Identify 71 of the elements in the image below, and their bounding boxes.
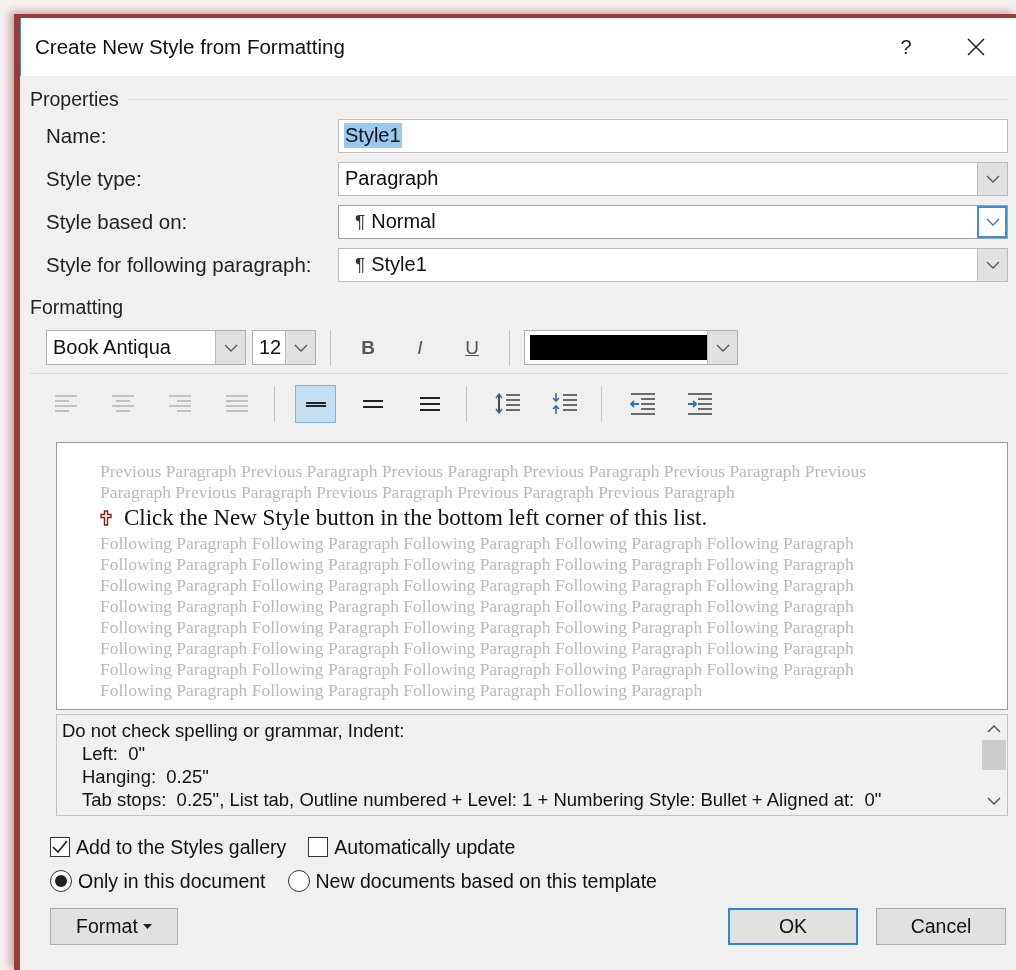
preview-text: Previous Paragraph Previous Paragraph Previous Paragraph Previous Paragraph Previous Paragraph Previous — [100, 461, 867, 482]
chevron-down-icon — [223, 343, 238, 352]
cross-bullet-icon — [100, 510, 112, 526]
preview-text: Following Paragraph Following Paragraph Following Paragraph Following Paragraph — [100, 680, 704, 701]
field-label: Style type: — [46, 166, 143, 191]
paragraph-spacing-icon — [493, 392, 522, 416]
cancel-button[interactable]: Cancel — [876, 908, 1006, 945]
decrease-indent-icon — [628, 392, 657, 416]
chevron-down-icon — [985, 260, 1000, 269]
chevron-down-icon — [985, 174, 1000, 183]
line-spacing-icon — [419, 397, 440, 411]
ok-button[interactable]: OK — [728, 908, 858, 945]
checkbox-label: Add to the Styles gallery — [76, 835, 287, 859]
preview-text: Following Paragraph Following Paragraph Following Paragraph Following Paragraph Following Paragraph — [100, 575, 855, 596]
paragraph-spacing-icon — [550, 392, 579, 416]
description-text: Left: 0" — [81, 742, 147, 765]
chevron-down-icon — [293, 343, 308, 352]
dropdown-value: Normal — [371, 210, 436, 233]
description-text: Hanging: 0.25" — [81, 765, 210, 788]
underline-button[interactable]: U — [449, 330, 495, 365]
name-field[interactable]: Style1 — [338, 118, 1008, 153]
preview-text: Following Paragraph Following Paragraph Following Paragraph Following Paragraph Following Paragraph — [100, 533, 855, 554]
preview-text: Following Paragraph Following Paragraph Following Paragraph Following Paragraph Following Paragraph — [100, 638, 855, 659]
line-spacing-icon — [305, 401, 326, 407]
preview-text: Following Paragraph Following Paragraph Following Paragraph Following Paragraph Following Paragraph — [100, 617, 855, 638]
dropdown-value: Paragraph — [345, 167, 439, 190]
close-icon — [966, 37, 986, 57]
style-dropdown[interactable]: ¶ Style1 — [338, 247, 1008, 282]
field-label: Name: — [46, 123, 108, 148]
radio-button[interactable] — [287, 870, 310, 892]
radio-label: Only in this document — [78, 869, 266, 893]
section-heading: Properties — [30, 87, 119, 111]
help-button[interactable]: ? — [876, 35, 936, 59]
format-button[interactable]: Format — [50, 908, 178, 945]
single-spacing-button[interactable] — [295, 385, 336, 423]
description-text: Do not check spelling or grammar, Indent: — [62, 719, 406, 742]
bold-button[interactable]: B — [345, 330, 391, 365]
checkbox[interactable] — [308, 837, 329, 857]
font-dropdown[interactable]: Book Antiqua — [46, 330, 246, 365]
chevron-down-icon — [987, 797, 1001, 805]
field-label: Style based on: — [46, 209, 189, 234]
checkbox[interactable] — [50, 837, 70, 857]
checkbox-label: Automatically update — [334, 835, 516, 859]
style-dropdown[interactable]: ¶ Normal — [338, 204, 1008, 239]
preview-text: Following Paragraph Following Paragraph Following Paragraph Following Paragraph Following Paragraph — [100, 659, 855, 680]
field-label: Style for following paragraph: — [46, 252, 313, 277]
window-title: Create New Style from Formatting — [35, 35, 346, 59]
dropdown-arrow-button[interactable] — [977, 205, 1007, 238]
font-color-dropdown[interactable] — [524, 330, 738, 365]
preview-text: Following Paragraph Following Paragraph Following Paragraph Following Paragraph Following Paragraph — [100, 596, 855, 617]
chevron-down-icon — [715, 343, 730, 352]
increase-indent-icon — [685, 392, 714, 416]
dropdown-value: Style1 — [371, 253, 427, 276]
italic-button[interactable]: I — [397, 330, 443, 365]
preview-sample-text: Click the New Style button in the bottom left corner of this list. — [124, 504, 708, 532]
style-dropdown[interactable]: Paragraph — [338, 161, 1008, 196]
pilcrow-icon: ¶ — [355, 253, 366, 276]
selected-text: Style1 — [344, 123, 402, 148]
pilcrow-icon: ¶ — [355, 210, 366, 233]
preview-text: Paragraph Previous Paragraph Previous Paragraph Previous Paragraph Previous Paragraph — [100, 482, 736, 503]
description-text: Tab stops: 0.25", List tab, Outline numbered + Level: 1 + Numbering Style: Bullet + Aligned at: 0" — [81, 788, 883, 811]
line-spacing-icon — [362, 400, 383, 408]
checkmark-icon — [52, 840, 68, 854]
chevron-down-icon — [985, 217, 1000, 226]
section-heading: Formatting — [30, 295, 124, 319]
radio-button[interactable] — [50, 870, 72, 892]
radio-label: New documents based on this template — [315, 869, 657, 893]
preview-text: Following Paragraph Following Paragraph Following Paragraph Following Paragraph Following Paragraph — [100, 554, 855, 575]
caret-icon — [142, 924, 152, 929]
font-size-dropdown[interactable]: 12 — [252, 330, 316, 365]
chevron-up-icon — [987, 725, 1001, 733]
